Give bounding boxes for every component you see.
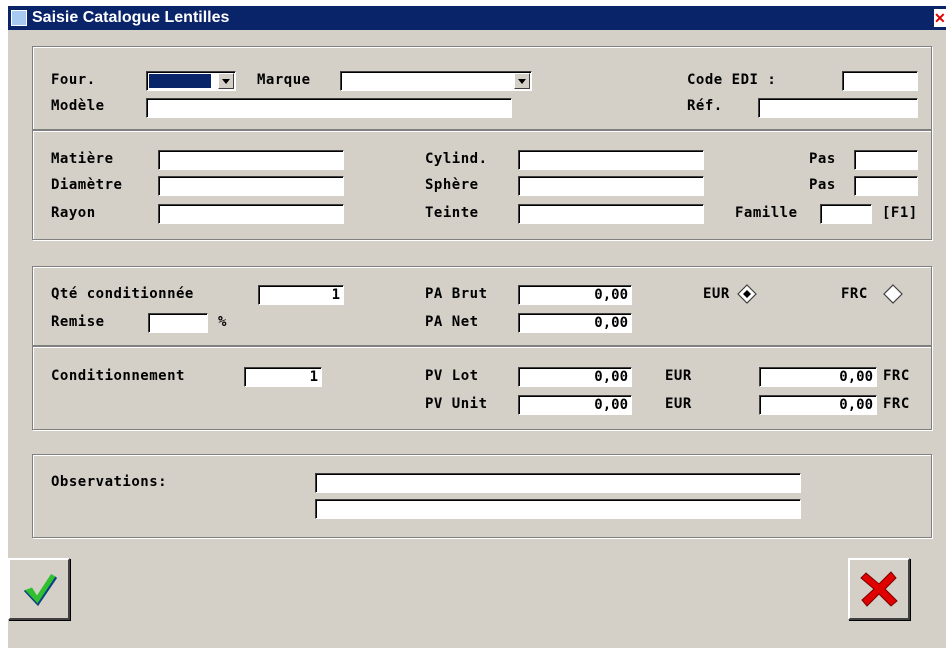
remise-label: Remise [51,314,105,330]
currency-eur-label: EUR [703,286,730,302]
four-combo[interactable] [146,71,236,91]
pv-lot-label: PV Lot [425,368,479,384]
window-icon [11,10,27,26]
ref-field[interactable] [758,98,918,118]
code-edi-field[interactable] [842,71,918,91]
pas2-field[interactable] [854,176,918,196]
cylind-field[interactable] [518,150,704,170]
modele-field[interactable] [146,98,512,118]
matiere-label: Matière [51,151,114,167]
radio-eur[interactable] [737,284,757,304]
window-title: Saisie Catalogue Lentilles [32,9,230,26]
pa-net-field[interactable]: 0,00 [518,313,632,333]
qte-field[interactable]: 1 [258,285,344,305]
f1-hint[interactable]: [F1] [882,205,918,221]
percent-sign: % [218,314,227,330]
pv-unit-frc-label: FRC [883,396,910,412]
code-edi-label: Code EDI : [687,72,777,88]
chevron-down-icon[interactable] [218,73,234,89]
sphere-label: Sphère [425,177,479,193]
pv-lot-frc-label: FRC [883,368,910,384]
sphere-field[interactable] [518,176,704,196]
purchase-panel: Qté conditionnée 1 Remise % PA Brut 0,00… [32,266,932,346]
identification-panel: Four. Marque Code EDI : Modèle Réf. [32,46,932,130]
observations-line1[interactable] [315,473,801,493]
remise-field[interactable] [148,313,208,333]
ok-button[interactable] [8,558,70,620]
cylind-label: Cylind. [425,151,488,167]
modele-label: Modèle [51,98,105,114]
diametre-label: Diamètre [51,177,123,193]
currency-frc-label: FRC [841,286,868,302]
diametre-field[interactable] [158,176,344,196]
pas1-field[interactable] [854,150,918,170]
teinte-field[interactable] [518,204,704,224]
catalogue-window: Saisie Catalogue Lentilles ✕ Four. Marqu… [8,6,946,648]
cancel-button[interactable] [848,558,910,620]
observations-line2[interactable] [315,499,801,519]
ref-label: Réf. [687,98,723,114]
pv-lot-frc-field[interactable]: 0,00 [759,367,877,387]
pv-unit-frc-field[interactable]: 0,00 [759,395,877,415]
checkmark-icon [24,574,57,606]
famille-label: Famille [735,205,798,221]
sale-panel: Conditionnement 1 PV Lot 0,00 EUR 0,00 F… [32,346,932,430]
radio-frc[interactable] [883,284,903,304]
observations-panel: Observations: [32,454,932,538]
rayon-label: Rayon [51,205,96,221]
pv-unit-label: PV Unit [425,396,488,412]
chevron-down-icon[interactable] [514,73,530,89]
title-bar: Saisie Catalogue Lentilles ✕ [8,6,946,30]
close-button[interactable]: ✕ [934,9,946,27]
marque-label: Marque [257,72,311,88]
red-x-icon [860,571,898,607]
matiere-field[interactable] [158,150,344,170]
four-combo-selection [149,74,211,88]
marque-combo[interactable] [340,71,532,91]
pa-net-label: PA Net [425,314,479,330]
pas2-label: Pas [809,177,836,193]
rayon-field[interactable] [158,204,344,224]
teinte-label: Teinte [425,205,479,221]
characteristics-panel: Matière Diamètre Rayon Cylind. Sphère Te… [32,130,932,240]
pas1-label: Pas [809,151,836,167]
pv-unit-field[interactable]: 0,00 [518,395,632,415]
cond-label: Conditionnement [51,368,185,384]
qte-label: Qté conditionnée [51,286,194,302]
pv-unit-eur-label: EUR [665,396,692,412]
cond-field[interactable]: 1 [244,367,322,387]
pa-brut-field[interactable]: 0,00 [518,285,632,305]
pa-brut-label: PA Brut [425,286,488,302]
pv-lot-eur-label: EUR [665,368,692,384]
pv-lot-field[interactable]: 0,00 [518,367,632,387]
famille-field[interactable] [820,204,872,224]
four-label: Four. [51,72,96,88]
observations-label: Observations: [51,474,168,490]
